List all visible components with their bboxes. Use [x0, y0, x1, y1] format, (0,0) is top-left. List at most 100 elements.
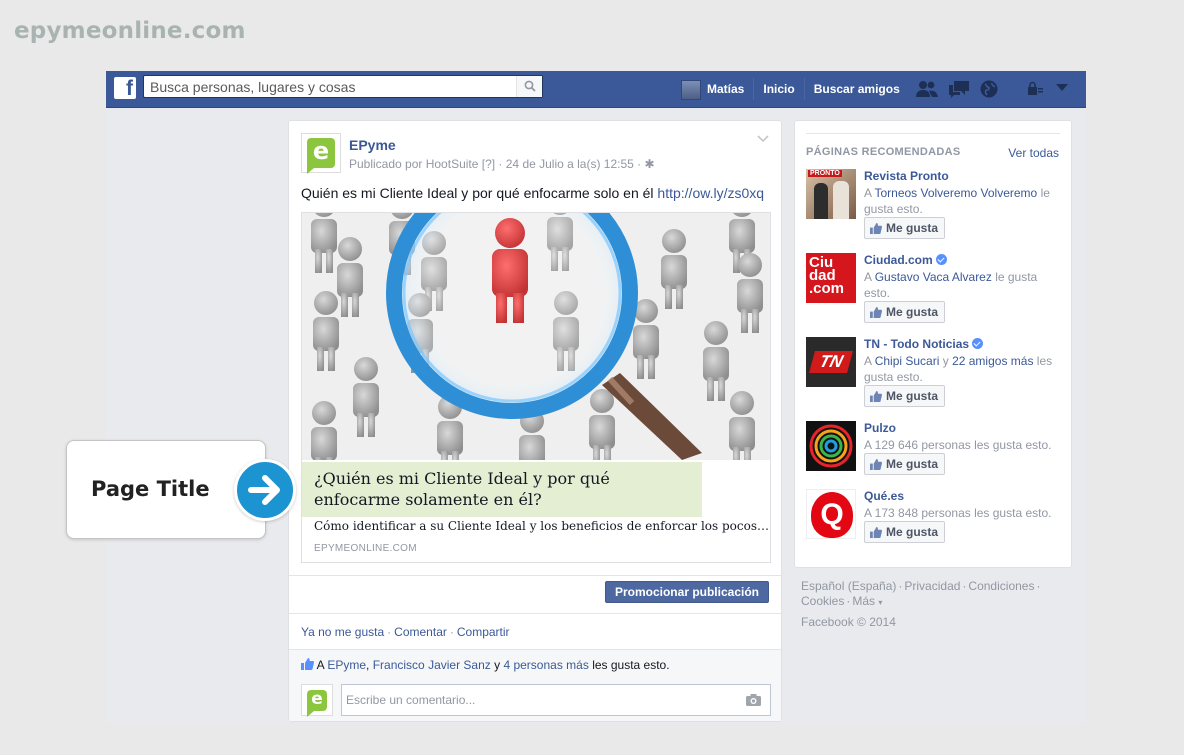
comment-box — [341, 684, 771, 716]
cookies-link[interactable]: Cookies — [801, 594, 844, 608]
post-link[interactable]: http://ow.ly/zs0xq — [657, 185, 764, 201]
divider — [806, 133, 1060, 134]
pronto-logo-text: PRONTO — [808, 170, 842, 177]
link-page-title[interactable]: ¿Quién es mi Cliente Ideal y por qué enf… — [302, 462, 702, 517]
context-prefix: A — [864, 186, 872, 200]
page-thumbnail-pronto[interactable]: PRONTO — [806, 169, 856, 219]
top-nav: Matías Inicio Buscar amigos — [672, 71, 909, 107]
page-social-context: A 173 848 personas les gusta esto. — [864, 506, 1052, 520]
context-prefix: A — [864, 354, 872, 368]
page-thumbnail-que[interactable]: Q — [806, 489, 856, 539]
page-name-pulzo[interactable]: Pulzo — [864, 421, 896, 435]
more-label: Más — [852, 594, 876, 608]
privacy-shortcuts-icon[interactable] — [1026, 80, 1044, 98]
post-text: Quién es mi Cliente Ideal y por qué enfo… — [301, 185, 764, 201]
page-thumbnail-pulzo[interactable] — [806, 421, 856, 471]
recommended-pages-title: PÁGINAS RECOMENDADAS — [806, 146, 961, 158]
avatar — [681, 79, 701, 100]
thumbs-up-icon — [870, 458, 882, 470]
page-name-text: Ciudad.com — [864, 253, 933, 267]
privacy-link[interactable]: Privacidad — [904, 579, 960, 593]
post-meta-text: Publicado por HootSuite [?] · 24 de Juli… — [349, 157, 642, 171]
top-bar: f Matías Inicio Buscar amigos — [106, 71, 1086, 108]
like-page-button[interactable]: Me gusta — [864, 217, 946, 239]
thumbs-up-icon — [870, 526, 882, 538]
more-link[interactable]: Más ▾ — [852, 594, 882, 608]
search-box — [143, 75, 543, 98]
page-social-context: A Gustavo Vaca Alvarez le gusta esto. — [864, 269, 1062, 301]
page-name-ciudad[interactable]: Ciudad.com — [864, 253, 947, 267]
friend-requests-icon[interactable] — [916, 80, 938, 98]
like-page-button[interactable]: Me gusta — [864, 521, 946, 543]
find-friends-link[interactable]: Buscar amigos — [803, 78, 909, 100]
likes-prefix: A — [316, 658, 325, 672]
context-prefix: A — [864, 270, 872, 284]
camera-icon[interactable] — [746, 694, 761, 706]
like-page-button[interactable]: Me gusta — [864, 301, 946, 323]
verified-badge-icon — [935, 254, 947, 265]
notifications-globe-icon[interactable] — [980, 80, 998, 98]
audience-gear-icon[interactable]: ✱ — [645, 157, 655, 171]
recommended-page-item: Q Qué.es A 173 848 personas les gusta es… — [806, 489, 1062, 569]
share-link[interactable]: Compartir — [457, 625, 510, 639]
link-preview-image[interactable] — [302, 213, 770, 460]
like-label: Me gusta — [886, 389, 939, 403]
recommended-page-item: Ciu dad .com Ciudad.com A Gustavo Vaca A… — [806, 253, 1062, 333]
terms-link[interactable]: Condiciones — [968, 579, 1034, 593]
thumbs-up-icon — [870, 390, 882, 402]
copyright: Facebook © 2014 — [801, 615, 896, 629]
profile-link[interactable]: Matías — [672, 78, 753, 100]
liker-epyme-link[interactable]: EPyme — [327, 658, 366, 672]
search-input[interactable] — [144, 76, 514, 97]
like-label: Me gusta — [886, 525, 939, 539]
comment-link[interactable]: Comentar — [394, 625, 447, 639]
link-preview[interactable]: ¿Quién es mi Cliente Ideal y por qué enf… — [301, 212, 771, 563]
more-friends-link[interactable]: 22 amigos más — [952, 354, 1033, 368]
account-menu-chevron-down-icon[interactable] — [1056, 84, 1068, 92]
page-footer: Español (España) · Privacidad · Condiciones ·… — [801, 579, 1071, 630]
promote-post-button[interactable]: Promocionar publicación — [604, 581, 769, 603]
friend-link[interactable]: Chipi Sucari — [875, 354, 940, 368]
likes-summary: A EPyme, Francisco Javier Sanz y 4 perso… — [301, 658, 670, 672]
commenter-avatar: e — [301, 684, 333, 717]
page-social-context: A Chipi Sucari y 22 amigos más les gusta… — [864, 353, 1062, 385]
unlike-link[interactable]: Ya no me gusta — [301, 625, 384, 639]
language-link[interactable]: Español (España) — [801, 579, 896, 593]
callout-label: Page Title — [91, 477, 210, 501]
page-avatar[interactable]: e — [301, 133, 341, 174]
post-actions: Ya no me gusta · Comentar · Compartir — [301, 625, 510, 639]
home-link[interactable]: Inicio — [753, 78, 803, 100]
friend-link[interactable]: Gustavo Vaca Alvarez — [875, 270, 992, 284]
liker-francisco-link[interactable]: Francisco Javier Sanz — [373, 658, 491, 672]
post-message: Quién es mi Cliente Ideal y por qué enfo… — [301, 185, 654, 201]
likes-section: A EPyme, Francisco Javier Sanz y 4 perso… — [289, 649, 781, 721]
link-description: Cómo identificar a su Cliente Ideal y lo… — [314, 519, 769, 533]
post-page-name[interactable]: EPyme — [349, 137, 396, 153]
see-all-link[interactable]: Ver todas — [1008, 146, 1059, 160]
post-options-chevron-down-icon[interactable] — [757, 135, 769, 143]
page-name-que[interactable]: Qué.es — [864, 489, 904, 503]
page-name-tn[interactable]: TN - Todo Noticias — [864, 337, 984, 351]
like-page-button[interactable]: Me gusta — [864, 385, 946, 407]
thumbs-up-icon — [870, 306, 882, 318]
user-name: Matías — [707, 82, 745, 96]
post-header: e EPyme Publicado por HootSuite [?] · 24… — [301, 133, 655, 174]
arrow-right-icon — [234, 459, 296, 521]
post-card: e EPyme Publicado por HootSuite [?] · 24… — [288, 120, 782, 722]
page-thumbnail-ciudad[interactable]: Ciu dad .com — [806, 253, 856, 303]
like-label: Me gusta — [886, 221, 939, 235]
page-name-revista-pronto[interactable]: Revista Pronto — [864, 169, 949, 183]
likers-more-link[interactable]: 4 personas más — [503, 658, 588, 672]
friend-link[interactable]: Torneos Volveremo Volveremo — [874, 186, 1037, 200]
page-social-context: A 129 646 personas les gusta esto. — [864, 438, 1052, 452]
like-label: Me gusta — [886, 457, 939, 471]
link-domain: EPYMEONLINE.COM — [314, 543, 417, 554]
page-thumbnail-tn[interactable]: TN — [806, 337, 856, 387]
facebook-logo-icon[interactable]: f — [114, 77, 136, 100]
context-connector: y — [942, 354, 949, 368]
ciudad-logo-line: .com — [809, 280, 845, 297]
comment-input[interactable] — [342, 685, 732, 715]
like-page-button[interactable]: Me gusta — [864, 453, 946, 475]
messages-icon[interactable] — [948, 80, 970, 98]
search-button[interactable] — [516, 76, 542, 97]
